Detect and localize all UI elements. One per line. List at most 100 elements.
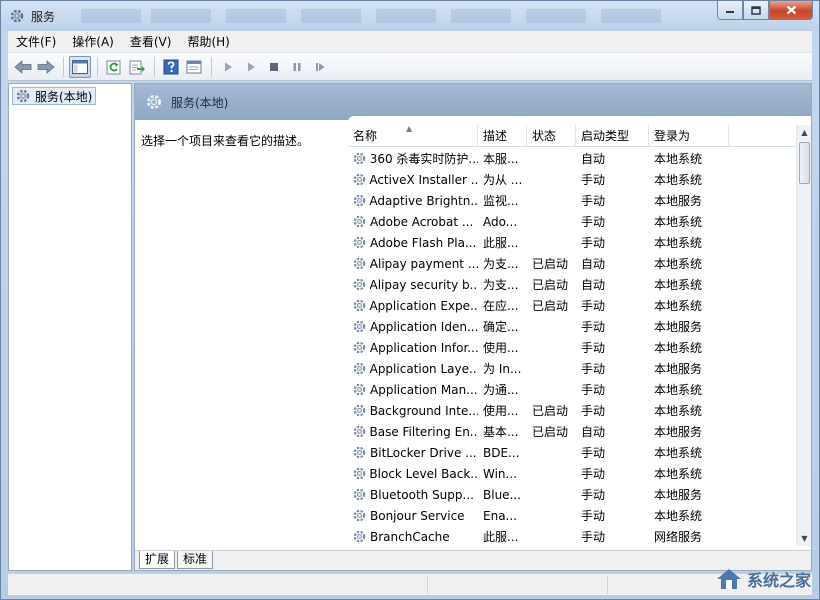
service-log-on-as: 本地系统 [649, 150, 729, 167]
table-row[interactable]: Bonjour ServiceEna...手动本地系统 [348, 505, 797, 526]
service-log-on-as: 本地系统 [649, 276, 729, 293]
console-tree: 服务(本地) [8, 83, 132, 571]
properties-button[interactable] [183, 56, 205, 78]
service-name: Adobe Flash Pla... [370, 236, 476, 250]
toolbar [8, 53, 812, 81]
table-row[interactable]: Base Filtering En...基本...已启动自动本地服务 [348, 421, 797, 442]
tab-standard[interactable]: 标准 [177, 551, 213, 569]
restart-service-button[interactable] [309, 56, 331, 78]
column-header: ▲ 名称 描述 状态 启动类型 登录为 [348, 125, 797, 147]
gear-icon [352, 172, 369, 187]
service-name-cell: Application Laye... [348, 361, 478, 376]
scroll-thumb[interactable] [799, 142, 810, 184]
service-description: 确定... [478, 318, 527, 335]
service-name: Background Inte... [370, 404, 478, 418]
table-row[interactable]: Application Iden...确定...手动本地服务 [348, 316, 797, 337]
table-row[interactable]: Alipay security b...为支...已启动自动本地系统 [348, 274, 797, 295]
gear-icon [352, 382, 370, 397]
gear-icon [352, 424, 369, 439]
service-status: 已启动 [527, 402, 576, 419]
close-icon [786, 5, 797, 15]
table-row[interactable]: 360 杀毒实时防护...本服...自动本地系统 [348, 148, 797, 169]
tab-extended[interactable]: 扩展 [139, 551, 175, 569]
service-status: 已启动 [527, 297, 576, 314]
column-name[interactable]: ▲ 名称 [348, 125, 478, 147]
pause-service-button[interactable] [286, 56, 308, 78]
menu-action[interactable]: 操作(A) [64, 31, 122, 53]
menu-view[interactable]: 查看(V) [122, 31, 180, 53]
close-button[interactable] [769, 1, 813, 20]
service-description: 为从 ... [478, 171, 527, 188]
service-log-on-as: 本地系统 [649, 297, 729, 314]
service-description: 本服... [478, 150, 527, 167]
service-name: Adaptive Brightn... [369, 194, 478, 208]
gear-icon [352, 487, 370, 502]
maximize-icon [751, 6, 761, 15]
start-service-alt-button[interactable] [240, 56, 262, 78]
tree-item-services-local[interactable]: 服务(本地) [12, 87, 96, 105]
table-row[interactable]: Alipay payment ...为支...已启动自动本地系统 [348, 253, 797, 274]
service-startup-type: 手动 [576, 297, 649, 314]
gear-icon [352, 298, 369, 313]
menu-file[interactable]: 文件(F) [8, 31, 64, 53]
stop-service-button[interactable] [263, 56, 285, 78]
gear-icon [352, 256, 370, 271]
column-log-on-as[interactable]: 登录为 [649, 125, 729, 147]
minimize-button[interactable] [717, 1, 743, 20]
export-list-button[interactable] [126, 56, 148, 78]
description-prompt: 选择一个项目来查看它的描述。 [141, 132, 309, 149]
title-bar[interactable]: 服务 [1, 1, 819, 31]
menu-help[interactable]: 帮助(H) [179, 31, 237, 53]
table-row[interactable]: Application Man...为通...手动本地系统 [348, 379, 797, 400]
table-row[interactable]: Application Laye...为 In...手动本地服务 [348, 358, 797, 379]
table-row[interactable]: ActiveX Installer ...为从 ...手动本地系统 [348, 169, 797, 190]
table-row[interactable]: BranchCache此服...手动网络服务 [348, 526, 797, 546]
table-row[interactable]: Background Inte...使用...已启动手动本地系统 [348, 400, 797, 421]
table-row[interactable]: Bluetooth Supp...Blue...手动本地服务 [348, 484, 797, 505]
back-button[interactable] [12, 56, 34, 78]
table-row[interactable]: Adobe Acrobat ...Ado...手动本地系统 [348, 211, 797, 232]
table-row[interactable]: Adaptive Brightn...监视...手动本地服务 [348, 190, 797, 211]
column-description[interactable]: 描述 [478, 125, 527, 147]
forward-button[interactable] [35, 56, 57, 78]
service-log-on-as: 本地服务 [649, 486, 729, 503]
service-description: 为 In... [478, 360, 527, 377]
service-log-on-as: 本地系统 [649, 255, 729, 272]
service-name-cell: Application Iden... [348, 319, 478, 334]
service-startup-type: 手动 [576, 339, 649, 356]
service-status: 已启动 [527, 276, 576, 293]
column-startup-type[interactable]: 启动类型 [576, 125, 649, 147]
scroll-down-icon[interactable]: ▼ [797, 531, 811, 546]
table-row[interactable]: Application Infor...使用...手动本地系统 [348, 337, 797, 358]
show-hide-console-tree-button[interactable] [69, 56, 91, 78]
maximize-button[interactable] [743, 1, 769, 20]
service-name: Application Laye... [370, 362, 478, 376]
service-status: 已启动 [527, 255, 576, 272]
background-taskbar-ghost [226, 9, 286, 23]
service-startup-type: 手动 [576, 528, 649, 545]
tree-item-label: 服务(本地) [35, 88, 92, 105]
show-hide-console-tree-icon [72, 60, 88, 74]
services-list: ▲ 名称 描述 状态 启动类型 登录为 360 杀毒实时防护...本服...自动… [348, 116, 811, 546]
refresh-button[interactable] [103, 56, 125, 78]
window-title: 服务 [31, 8, 55, 25]
table-row[interactable]: Application Expe...在应...已启动手动本地系统 [348, 295, 797, 316]
status-bar [8, 573, 812, 595]
table-row[interactable]: Adobe Flash Pla...此服...手动本地系统 [348, 232, 797, 253]
column-status[interactable]: 状态 [527, 125, 576, 147]
service-name-cell: Application Infor... [348, 340, 478, 355]
start-service-button[interactable] [217, 56, 239, 78]
sort-ascending-icon: ▲ [406, 118, 412, 140]
gear-icon [352, 214, 370, 229]
vertical-scrollbar[interactable]: ▲ ▼ [796, 125, 811, 546]
table-row[interactable]: Block Level Back...Win...手动本地系统 [348, 463, 797, 484]
service-name: 360 杀毒实时防护... [370, 150, 478, 167]
help-button[interactable] [160, 56, 182, 78]
gear-icon [352, 508, 370, 523]
table-row[interactable]: BitLocker Drive ...BDE...手动本地系统 [348, 442, 797, 463]
scroll-up-icon[interactable]: ▲ [797, 125, 811, 140]
service-startup-type: 手动 [576, 381, 649, 398]
service-name-cell: Application Expe... [348, 298, 478, 313]
service-name-cell: Bonjour Service [348, 508, 478, 523]
service-startup-type: 手动 [576, 402, 649, 419]
